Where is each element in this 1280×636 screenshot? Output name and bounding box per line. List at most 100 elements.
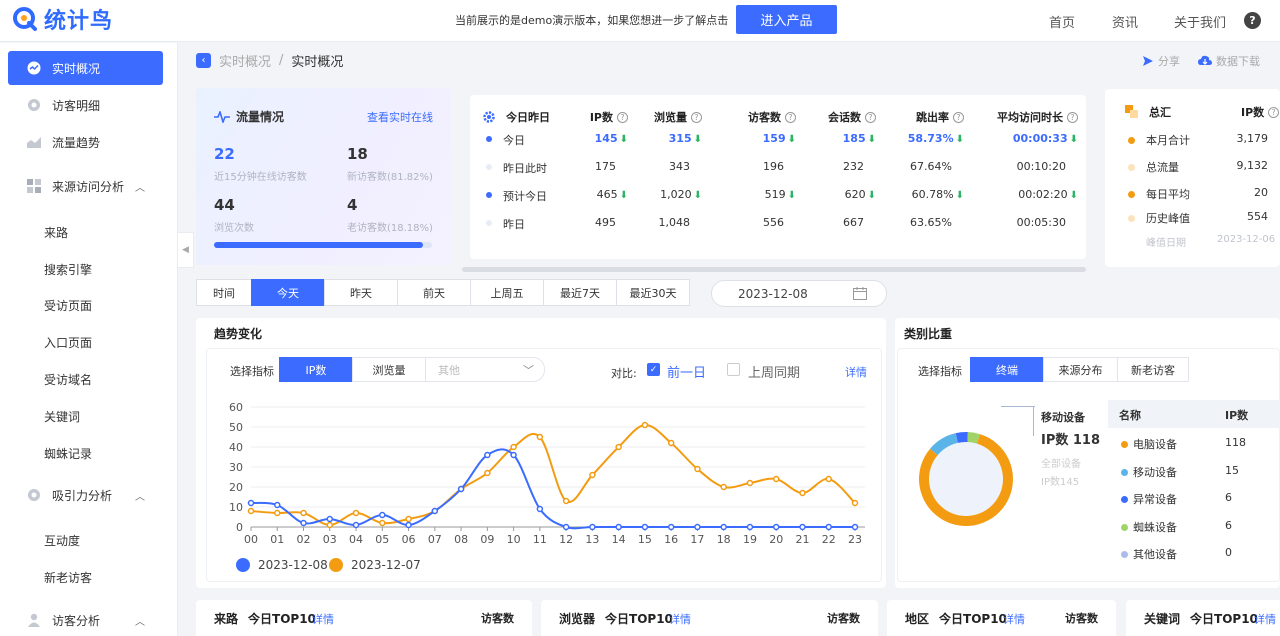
sidebar-sub-visited-page[interactable]: 受访页面 [44, 297, 92, 314]
view-realtime-online-link[interactable]: 查看实时在线 [367, 109, 433, 125]
chevron-up-icon[interactable]: ︿ [135, 488, 145, 503]
share-button[interactable]: 分享 [1142, 53, 1180, 69]
back-icon[interactable]: ‹ [196, 53, 211, 68]
data-point[interactable] [720, 483, 727, 491]
data-point[interactable] [300, 519, 307, 527]
help-icon[interactable]: ? [785, 111, 796, 123]
data-point[interactable] [484, 451, 491, 459]
legend-label[interactable]: 2023-12-08 [258, 558, 328, 572]
calendar-icon[interactable] [853, 287, 867, 300]
logo[interactable]: 统计鸟 [12, 4, 113, 34]
data-point[interactable] [379, 511, 386, 519]
sidebar-sub-interaction[interactable]: 互动度 [44, 532, 80, 549]
data-point[interactable] [851, 523, 859, 531]
data-point[interactable] [247, 499, 255, 507]
compare-prev-label[interactable]: 前一日 [667, 362, 706, 381]
data-point[interactable] [746, 479, 754, 487]
sidebar-sub-laylu[interactable]: 来路 [44, 224, 68, 241]
sidebar-collapse-handle[interactable]: ◀ [178, 232, 194, 268]
help-icon[interactable]: ? [865, 111, 876, 123]
sidebar-sub-domain[interactable]: 受访域名 [44, 371, 92, 388]
tab-yesterday[interactable]: 昨天 [324, 279, 398, 306]
top10-detail-link[interactable]: 详情 [669, 611, 691, 627]
top10-detail-link[interactable]: 详情 [1254, 611, 1276, 627]
sidebar-sub-keyword[interactable]: 关键词 [44, 408, 80, 425]
data-point[interactable] [746, 523, 754, 531]
nav-home[interactable]: 首页 [1049, 12, 1075, 31]
data-point[interactable] [667, 439, 675, 447]
data-point[interactable] [641, 523, 649, 531]
data-point[interactable] [510, 443, 517, 451]
data-point[interactable] [484, 469, 491, 477]
data-point[interactable] [667, 523, 675, 531]
data-point[interactable] [772, 523, 780, 531]
data-point[interactable] [589, 523, 596, 531]
data-point[interactable] [405, 515, 412, 523]
data-point[interactable] [300, 509, 307, 517]
breadcrumb-parent[interactable]: 实时概况 [219, 51, 271, 70]
sidebar-sub-search-engine[interactable]: 搜索引擎 [44, 261, 92, 278]
legend-marker[interactable] [236, 558, 250, 572]
data-point[interactable] [431, 507, 439, 515]
top10-detail-link[interactable]: 详情 [312, 611, 334, 627]
legend-marker[interactable] [329, 558, 343, 572]
donut-slice[interactable] [955, 432, 968, 443]
nav-news[interactable]: 资讯 [1112, 12, 1138, 31]
data-point[interactable] [589, 471, 596, 479]
metric-pv-button[interactable]: 浏览量 [352, 357, 426, 382]
data-point[interactable] [326, 521, 334, 529]
chevron-up-icon[interactable]: ︿ [135, 179, 145, 194]
tab-today[interactable]: 今天 [251, 279, 325, 306]
help-icon[interactable]: ? [1244, 12, 1261, 29]
metric-other-select[interactable]: 其他 ﹀ [425, 357, 545, 382]
nav-about[interactable]: 关于我们 [1174, 12, 1226, 31]
tab-last-friday[interactable]: 上周五 [470, 279, 544, 306]
help-icon[interactable]: ? [1268, 106, 1280, 118]
data-point[interactable] [352, 521, 360, 529]
sidebar-sub-entry-page[interactable]: 入口页面 [44, 334, 92, 351]
sidebar-sub-new-old[interactable]: 新老访客 [44, 569, 92, 586]
data-point[interactable] [615, 523, 622, 531]
tab-terminal[interactable]: 终端 [970, 357, 1044, 382]
date-picker[interactable]: 2023-12-08 [711, 280, 887, 307]
data-point[interactable] [379, 519, 386, 527]
tab-source-distribution[interactable]: 来源分布 [1043, 357, 1118, 382]
data-point[interactable] [851, 499, 859, 507]
data-point[interactable] [274, 509, 281, 517]
data-point[interactable] [694, 523, 701, 531]
chevron-up-icon[interactable]: ︿ [135, 613, 145, 628]
data-point[interactable] [326, 515, 334, 523]
data-point[interactable] [536, 505, 544, 513]
trend-detail-link[interactable]: 详情 [845, 364, 867, 380]
data-point[interactable] [562, 523, 570, 531]
data-point[interactable] [825, 475, 832, 483]
help-icon[interactable]: ? [617, 111, 628, 123]
sidebar-item-visitor-detail[interactable]: 访客明细 [8, 88, 163, 122]
data-point[interactable] [457, 485, 465, 493]
data-point[interactable] [799, 523, 806, 531]
data-point[interactable] [772, 475, 780, 483]
help-icon[interactable]: ? [691, 111, 702, 123]
top10-detail-link[interactable]: 详情 [1003, 611, 1025, 627]
sidebar-item-realtime[interactable]: 实时概况 [8, 51, 163, 85]
data-point[interactable] [274, 501, 281, 509]
data-point[interactable] [694, 465, 701, 473]
data-point[interactable] [536, 433, 544, 441]
data-point[interactable] [405, 521, 412, 529]
enter-product-button[interactable]: 进入产品 [736, 5, 837, 34]
data-point[interactable] [799, 489, 806, 497]
sidebar-item-trend[interactable]: 流量趋势 [8, 125, 163, 159]
help-icon[interactable]: ? [1067, 111, 1078, 123]
sidebar-item-attraction[interactable]: 吸引力分析 ︿ [8, 478, 163, 512]
horizontal-scrollbar[interactable] [462, 267, 1086, 272]
data-point[interactable] [641, 421, 649, 429]
data-point[interactable] [720, 523, 727, 531]
sidebar-item-source[interactable]: 来源访问分析 ︿ [8, 169, 163, 203]
data-point[interactable] [352, 509, 360, 517]
compare-prev-checkbox[interactable]: ✓ [647, 363, 660, 376]
tab-last-30-days[interactable]: 最近30天 [616, 279, 690, 306]
data-point[interactable] [562, 497, 570, 505]
download-button[interactable]: 数据下载 [1198, 53, 1260, 69]
compare-week-checkbox[interactable] [727, 363, 740, 376]
sidebar-sub-spider[interactable]: 蜘蛛记录 [44, 445, 92, 462]
